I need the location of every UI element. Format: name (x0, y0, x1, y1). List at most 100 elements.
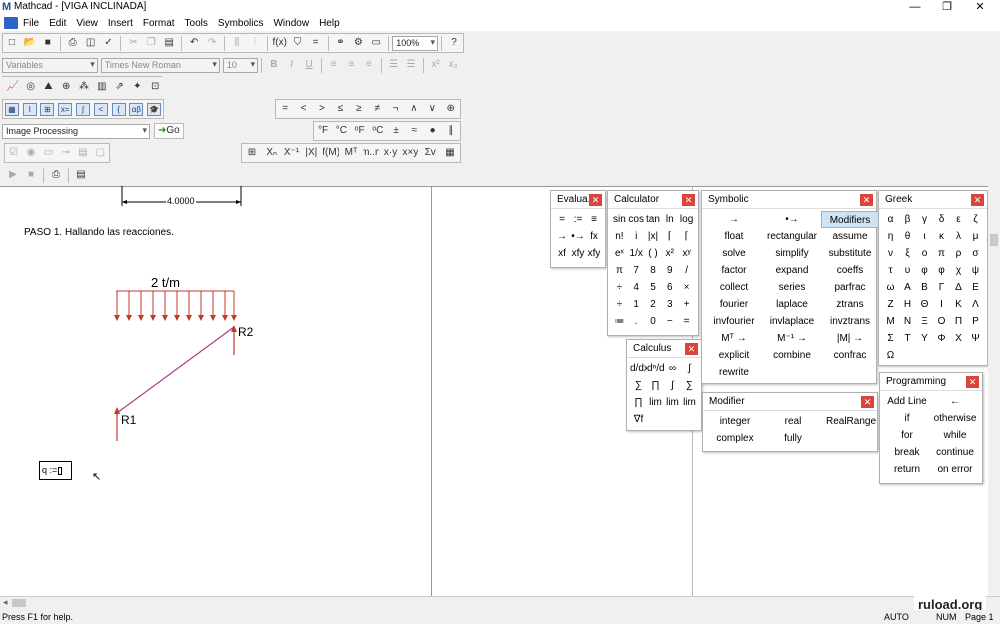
greek-item[interactable]: Ω (882, 347, 899, 364)
fahrenheit-icon[interactable]: °F (315, 123, 331, 139)
calculus-item[interactable]: lim (647, 394, 664, 411)
greek-item[interactable]: ν (882, 245, 899, 262)
close-icon[interactable]: ✕ (860, 194, 873, 206)
calculator-item[interactable]: π (611, 262, 628, 279)
programming-item[interactable]: on error (931, 461, 979, 478)
calculator-palette-icon[interactable]: ▦ (4, 102, 19, 116)
font-dropdown[interactable]: Times New Roman (100, 57, 220, 73)
radio-icon[interactable]: ◉ (23, 145, 38, 161)
calculator-item[interactable]: = (678, 313, 695, 330)
programming-item[interactable]: continue (931, 444, 979, 461)
polar-plot-icon[interactable]: ◎ (23, 79, 39, 95)
greek-item[interactable]: δ (933, 211, 950, 228)
calculator-item[interactable]: 4 (628, 279, 645, 296)
less-than-icon[interactable]: < (296, 101, 312, 117)
greek-item[interactable]: θ (899, 228, 916, 245)
approx-icon[interactable]: ≈ (406, 123, 422, 139)
greek-item[interactable]: Β (916, 279, 933, 296)
go-button[interactable]: ➜ Go (154, 123, 184, 139)
align-left-icon[interactable]: ≡ (326, 57, 342, 73)
help-icon[interactable]: ? (446, 35, 462, 51)
calculator-item[interactable]: cos (628, 211, 645, 228)
modifier-item[interactable]: complex (706, 430, 764, 447)
menu-view[interactable]: View (71, 18, 103, 29)
calculator-item[interactable]: 3 (661, 296, 678, 313)
symbolic-item[interactable]: simplify (763, 245, 821, 262)
greek-item[interactable]: Υ (916, 330, 933, 347)
greek-item[interactable]: ρ (950, 245, 967, 262)
symbolic-item[interactable]: rectangular (763, 228, 821, 245)
calculator-item[interactable]: ÷ (611, 279, 628, 296)
matrix-icon[interactable]: ⊞ (244, 145, 260, 161)
greek-item[interactable]: ψ (967, 262, 984, 279)
dot-product-icon[interactable]: x·y (383, 145, 399, 161)
greek-item[interactable]: Σ (882, 330, 899, 347)
run-script-icon[interactable]: ▭ (368, 35, 384, 51)
symbolic-item[interactable]: Mᵀ → (705, 330, 763, 347)
bar-3d-icon[interactable]: ▥ (94, 79, 110, 95)
restore-button[interactable]: ❐ (932, 0, 962, 15)
plus-minus-icon[interactable]: ± (388, 123, 404, 139)
greek-item[interactable]: π (933, 245, 950, 262)
calculus-item[interactable]: ∏ (647, 377, 664, 394)
greek-item[interactable]: Π (950, 313, 967, 330)
calculator-item[interactable]: i (628, 228, 645, 245)
calculus-item[interactable]: ∫ (681, 360, 698, 377)
greek-item[interactable]: ω (882, 279, 899, 296)
insert-unit-icon[interactable]: ⛉ (290, 35, 306, 51)
greek-item[interactable]: Ο (933, 313, 950, 330)
calculus-item[interactable]: d/dx (630, 360, 647, 377)
symbolic-item[interactable]: parfrac (821, 279, 879, 296)
insert-hyperlink-icon[interactable]: ⚭ (333, 35, 349, 51)
scroll-thumb[interactable] (990, 234, 998, 246)
menu-format[interactable]: Format (138, 18, 180, 29)
calculator-item[interactable]: |x| (645, 228, 662, 245)
close-icon[interactable]: ✕ (589, 194, 602, 206)
symbolic-item[interactable]: •→ (763, 211, 821, 228)
greek-item[interactable]: μ (967, 228, 984, 245)
menu-edit[interactable]: Edit (44, 18, 71, 29)
greater-than-icon[interactable]: > (314, 101, 330, 117)
evaluation-item[interactable]: fx (586, 228, 602, 245)
greek-item[interactable]: λ (950, 228, 967, 245)
zoom-plot-icon[interactable]: ⊡ (147, 79, 163, 95)
greek-item[interactable]: Ε (967, 279, 984, 296)
greek-item[interactable]: Δ (950, 279, 967, 296)
symbolic-item[interactable]: |M| → (821, 330, 879, 347)
close-icon[interactable]: ✕ (861, 396, 874, 408)
determinant-icon[interactable]: |X| (303, 145, 319, 161)
copy-icon[interactable]: ❐ (143, 35, 159, 51)
evaluation-item[interactable]: xf (554, 245, 570, 262)
greek-palette-icon[interactable]: αβ (129, 102, 144, 116)
vertical-scrollbar[interactable] (988, 186, 1000, 596)
symbolic-item[interactable]: rewrite (705, 364, 763, 381)
calculator-item[interactable]: 1/x (628, 245, 645, 262)
calculator-item[interactable]: / (678, 262, 695, 279)
transpose-icon[interactable]: Mᵀ (343, 145, 359, 161)
evaluation-palette-icon[interactable]: x= (58, 102, 73, 116)
greek-item[interactable]: Τ (899, 330, 916, 347)
symbolic-item[interactable]: laplace (763, 296, 821, 313)
greek-item[interactable]: Θ (916, 296, 933, 313)
symbolic-item[interactable]: factor (705, 262, 763, 279)
symbolic-palette-icon[interactable]: 🎓 (147, 102, 162, 116)
greek-item[interactable]: Μ (882, 313, 899, 330)
slider-icon[interactable]: ⊸ (58, 145, 73, 161)
greek-item[interactable]: Ρ (967, 313, 984, 330)
greek-item[interactable]: ζ (967, 211, 984, 228)
greek-item[interactable]: φ (916, 262, 933, 279)
calculus-item[interactable]: dⁿ/dxⁿ (647, 360, 664, 377)
calculator-item[interactable]: + (678, 296, 695, 313)
component-wizard-icon[interactable]: ⚙ (350, 35, 366, 51)
calculator-item[interactable]: 8 (645, 262, 662, 279)
picture-icon[interactable]: ▦ (442, 145, 458, 161)
surface-plot-icon[interactable]: ⛰ (41, 79, 57, 95)
symbolic-item[interactable]: invztrans (821, 313, 879, 330)
calculus-item[interactable]: lim (664, 394, 681, 411)
symbolic-item[interactable]: solve (705, 245, 763, 262)
spell-check-icon[interactable]: ✓ (101, 35, 117, 51)
vector-field-icon[interactable]: ⇗ (112, 79, 128, 95)
vectorize-icon[interactable]: f(M) (323, 145, 339, 161)
greek-item[interactable]: κ (933, 228, 950, 245)
greek-item[interactable]: Ζ (882, 296, 899, 313)
